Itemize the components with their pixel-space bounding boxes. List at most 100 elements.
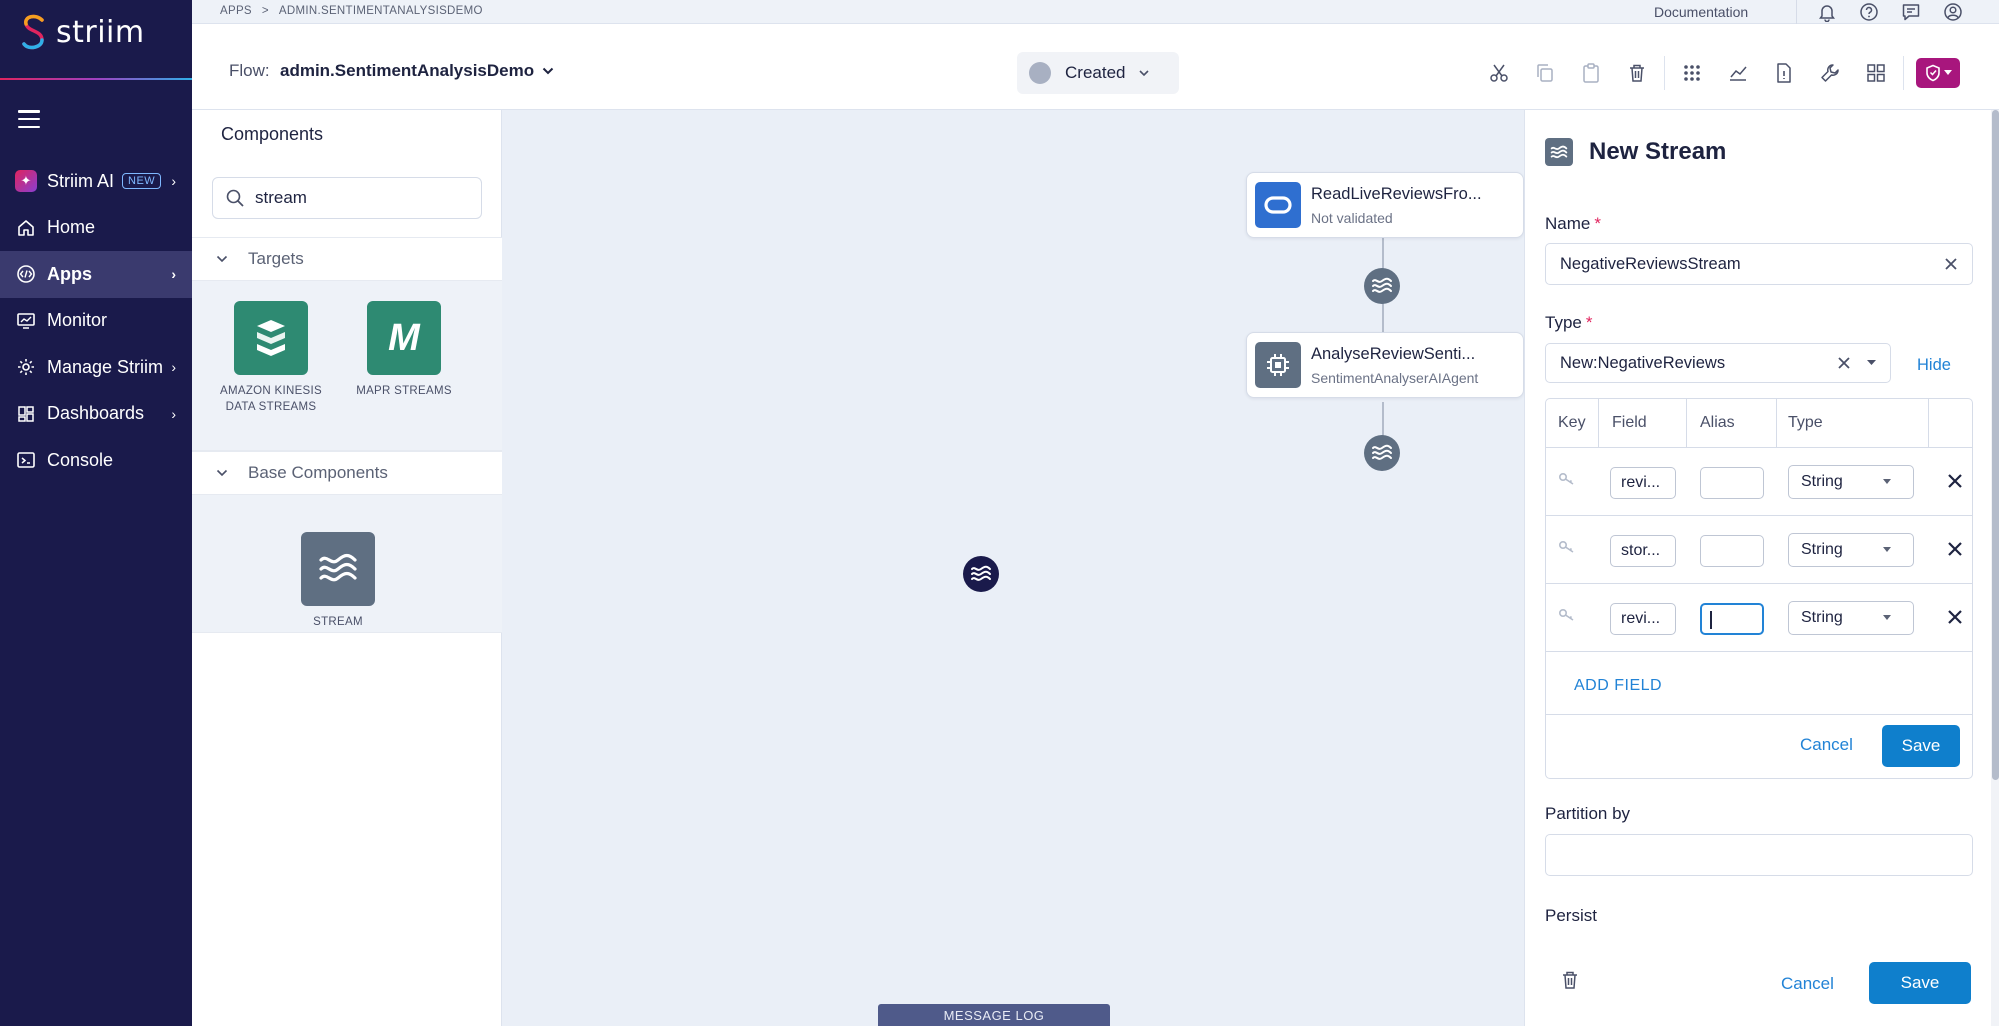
flow-canvas[interactable]: ReadLiveReviewsFro... Not validated Anal… (502, 110, 1524, 1026)
section-label: Base Components (248, 463, 388, 482)
trash-icon[interactable] (1561, 970, 1579, 995)
cpu-icon (1255, 342, 1301, 388)
sidebar-item-apps[interactable]: Apps › (0, 251, 192, 298)
menu-icon[interactable] (18, 110, 40, 128)
app-status: Created (1065, 63, 1126, 82)
key-icon[interactable] (1558, 472, 1576, 486)
shield-button[interactable] (1916, 58, 1960, 88)
section-targets[interactable]: Targets (192, 237, 502, 281)
bell-icon[interactable] (1814, 1, 1840, 23)
partition-label: Partition by (1545, 804, 1631, 823)
toolbar (1476, 56, 1960, 90)
search-input[interactable] (255, 188, 455, 208)
flow-selector[interactable]: admin.SentimentAnalysisDemo (280, 61, 554, 81)
node-ai-agent[interactable]: AnalyseReviewSenti... SentimentAnalyserA… (1246, 332, 1524, 398)
file-icon[interactable] (1761, 56, 1807, 90)
delete-icon[interactable] (1614, 56, 1660, 90)
tile-label: MAPR STREAMS (356, 385, 452, 397)
column-key: Key (1558, 414, 1586, 431)
sidebar-item-home[interactable]: Home (0, 205, 192, 252)
sidebar-item-dashboards[interactable]: Dashboards › (0, 391, 192, 438)
key-icon[interactable] (1558, 608, 1576, 622)
name-field[interactable]: NegativeReviewsStream (1545, 243, 1973, 285)
tile-amazon-kinesis[interactable]: AMAZON KINESIS DATA STREAMS (216, 301, 326, 415)
field-name-input[interactable]: stor... (1610, 535, 1676, 567)
clear-icon[interactable] (1837, 356, 1851, 370)
app-status-dropdown[interactable]: Created (1017, 52, 1179, 94)
scrollbar-thumb[interactable] (1992, 110, 1999, 780)
grid-icon[interactable] (1669, 56, 1715, 90)
help-icon[interactable] (1856, 1, 1882, 23)
table-save-button[interactable]: Save (1882, 725, 1960, 767)
type-dropdown[interactable]: String (1788, 533, 1914, 567)
user-icon[interactable] (1940, 1, 1966, 23)
panel-footer: Cancel Save (1525, 932, 1991, 1026)
save-button[interactable]: Save (1869, 962, 1971, 1004)
cancel-button[interactable]: Cancel (1781, 974, 1834, 994)
stream-node[interactable] (1364, 268, 1400, 304)
documentation-link[interactable]: Documentation (1654, 4, 1748, 20)
column-alias: Alias (1700, 414, 1735, 431)
breadcrumb-apps[interactable]: APPS (220, 5, 252, 17)
component-search[interactable] (212, 177, 482, 219)
sidebar-item-striim-ai[interactable]: ✦ Striim AI NEW › (0, 158, 192, 205)
copy-icon[interactable] (1522, 56, 1568, 90)
tile-label: STREAM (313, 616, 363, 628)
brand-name: striim (56, 14, 145, 50)
alias-input[interactable] (1700, 603, 1764, 635)
type-dropdown[interactable]: String (1788, 465, 1914, 499)
breadcrumb-app[interactable]: ADMIN.SENTIMENTANALYSISDEMO (279, 5, 483, 17)
stream-icon (1545, 138, 1573, 166)
caret-down-icon (1867, 360, 1876, 365)
chat-icon[interactable] (1898, 1, 1924, 23)
name-value: NegativeReviewsStream (1560, 254, 1741, 273)
paste-icon[interactable] (1568, 56, 1614, 90)
hide-fields-link[interactable]: Hide (1917, 356, 1951, 375)
tile-mapr-streams[interactable]: M MAPR STREAMS (349, 301, 459, 399)
section-base-components[interactable]: Base Components (192, 451, 502, 495)
wrench-icon[interactable] (1807, 56, 1853, 90)
section-label: Targets (248, 249, 304, 268)
clear-icon[interactable] (1944, 257, 1958, 271)
field-name-input[interactable]: revi... (1610, 603, 1676, 635)
layout-icon[interactable] (1853, 56, 1899, 90)
alias-input[interactable] (1700, 467, 1764, 499)
type-select[interactable]: New:NegativeReviews (1545, 343, 1891, 383)
striim-logo[interactable]: striim (18, 12, 145, 52)
table-cancel-button[interactable]: Cancel (1800, 735, 1853, 755)
divider (1546, 714, 1972, 715)
sidebar-item-console[interactable]: Console (0, 437, 192, 484)
field-name-input[interactable]: revi... (1610, 467, 1676, 499)
flow-name: admin.SentimentAnalysisDemo (280, 61, 535, 80)
sidebar-item-label: Apps (47, 263, 92, 284)
caret-down-icon (1883, 479, 1891, 484)
remove-field-icon[interactable] (1942, 536, 1968, 562)
cut-icon[interactable] (1476, 56, 1522, 90)
type-dropdown-value: String (1801, 609, 1843, 626)
remove-field-icon[interactable] (1942, 468, 1968, 494)
node-source[interactable]: ReadLiveReviewsFro... Not validated (1246, 172, 1524, 238)
sidebar-item-monitor[interactable]: Monitor (0, 298, 192, 345)
table-row: revi... String (1546, 448, 1972, 516)
breadcrumb: APPS > ADMIN.SENTIMENTANALYSISDEMO (220, 5, 483, 17)
remove-field-icon[interactable] (1942, 604, 1968, 630)
key-icon[interactable] (1558, 540, 1576, 554)
name-label: Name * (1545, 214, 1601, 233)
chart-icon[interactable] (1715, 56, 1761, 90)
partition-field[interactable] (1545, 834, 1973, 876)
sidebar-item-label: Console (47, 449, 114, 470)
oracle-icon (1255, 182, 1301, 228)
type-dropdown[interactable]: String (1788, 601, 1914, 635)
message-log-tab[interactable]: MESSAGE LOG (878, 1004, 1110, 1026)
alias-input[interactable] (1700, 535, 1764, 567)
stream-node[interactable] (1364, 435, 1400, 471)
dragged-stream-node[interactable] (963, 556, 999, 592)
panel-scrollbar[interactable] (1991, 110, 1999, 1026)
chevron-down-icon (1139, 69, 1150, 76)
sidebar-item-manage-striim[interactable]: Manage Striim › (0, 344, 192, 391)
flow-bar: Flow: admin.SentimentAnalysisDemo Create… (192, 24, 1999, 110)
add-field-button[interactable]: ADD FIELD (1574, 677, 1662, 695)
chevron-right-icon: › (171, 405, 176, 422)
tile-stream[interactable]: STREAM (283, 532, 393, 630)
new-badge: NEW (122, 173, 162, 190)
